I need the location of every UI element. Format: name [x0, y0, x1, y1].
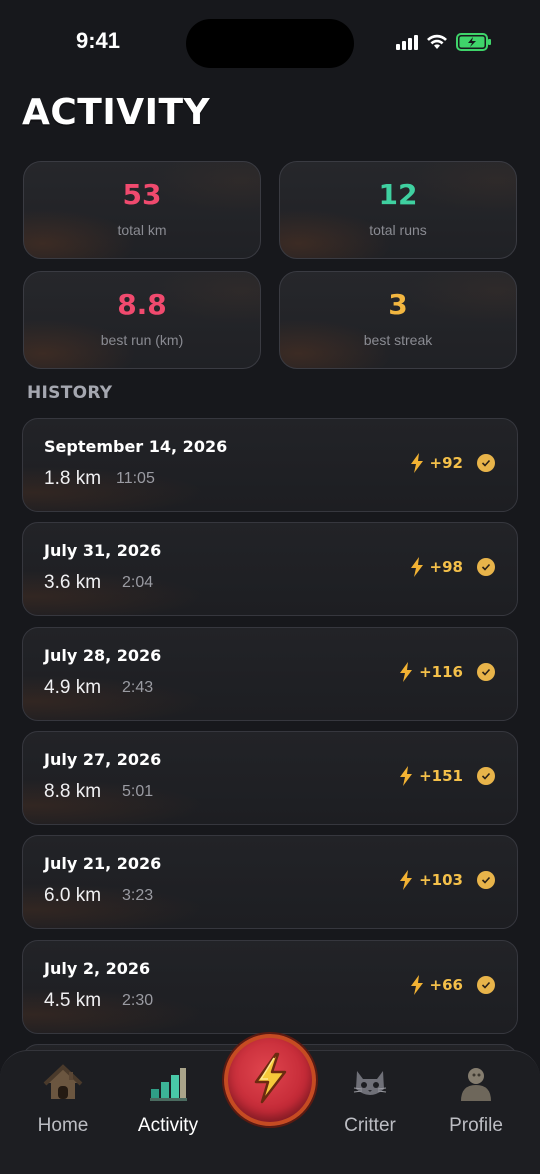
run-distance: 1.8 km	[44, 468, 102, 489]
reward-points: +66	[429, 976, 463, 994]
battery-charging-icon	[456, 33, 492, 51]
run-date: September 14, 2026	[44, 437, 228, 456]
run-date: July 31, 2026	[44, 541, 162, 560]
run-reward: +151	[399, 766, 495, 786]
run-distance: 3.6 km	[44, 572, 102, 593]
run-duration: 5:01	[122, 783, 154, 800]
check-circle-icon	[477, 454, 495, 472]
lightning-bolt-icon	[410, 975, 424, 995]
run-history-item[interactable]: July 27, 2026 8.8 km 5:01 +151	[22, 731, 518, 825]
status-bar: 9:41	[0, 0, 540, 90]
cellular-signal-icon	[396, 34, 418, 50]
stat-label: total km	[117, 222, 167, 238]
lightning-bolt-icon	[399, 662, 413, 682]
stat-card-best-streak: 3 best streak	[279, 271, 517, 369]
check-circle-icon	[477, 976, 495, 994]
run-distance: 4.5 km	[44, 990, 102, 1011]
reward-points: +103	[419, 871, 463, 889]
lightning-bolt-icon	[399, 870, 413, 890]
stat-label: best streak	[363, 332, 433, 348]
lightning-bolt-icon	[410, 453, 424, 473]
run-duration: 3:23	[122, 887, 154, 904]
bar-chart-icon	[148, 1063, 188, 1103]
house-icon	[43, 1063, 83, 1103]
page-title: ACTIVITY	[22, 92, 211, 133]
stat-value: 8.8	[117, 288, 167, 321]
run-history-item[interactable]: July 31, 2026 3.6 km 2:04 +98	[22, 522, 518, 616]
lightning-bolt-icon	[410, 557, 424, 577]
check-circle-icon	[477, 871, 495, 889]
lightning-bolt-icon	[399, 766, 413, 786]
run-reward: +116	[399, 662, 495, 682]
wifi-icon	[426, 34, 448, 50]
reward-points: +151	[419, 767, 463, 785]
tab-label: Profile	[449, 1115, 503, 1136]
stat-value: 3	[388, 288, 408, 321]
run-duration: 2:04	[122, 574, 154, 591]
status-icons	[396, 33, 492, 51]
reward-points: +116	[419, 663, 463, 681]
stat-value: 53	[122, 178, 162, 211]
dynamic-island	[186, 19, 354, 68]
run-duration: 2:43	[122, 679, 154, 696]
tab-critter[interactable]: Critter	[320, 1063, 420, 1143]
tab-label: Activity	[137, 1115, 199, 1136]
tab-label: Critter	[344, 1115, 396, 1136]
stat-card-total-km: 53 total km	[23, 161, 261, 259]
stat-label: total runs	[369, 222, 427, 238]
activity-screen: 9:41 ACTIVITY 53 total km 12 total runs …	[0, 0, 540, 1174]
run-history-item[interactable]: July 21, 2026 6.0 km 3:23 +103	[22, 835, 518, 929]
run-duration: 11:05	[116, 470, 155, 487]
run-date: July 21, 2026	[44, 854, 162, 873]
run-date: July 27, 2026	[44, 750, 162, 769]
tab-home[interactable]: Home	[13, 1063, 113, 1143]
history-section-title: HISTORY	[27, 383, 113, 403]
run-history-item[interactable]: July 28, 2026 4.9 km 2:43 +116	[22, 627, 518, 721]
run-history-item[interactable]: July 2, 2026 4.5 km 2:30 +66	[22, 940, 518, 1034]
stat-card-best-run: 8.8 best run (km)	[23, 271, 261, 369]
lightning-bolt-icon	[250, 1052, 290, 1108]
tab-activity[interactable]: Activity	[118, 1063, 218, 1143]
check-circle-icon	[477, 767, 495, 785]
check-circle-icon	[477, 558, 495, 576]
reward-points: +92	[429, 454, 463, 472]
run-date: July 2, 2026	[44, 959, 151, 978]
run-reward: +92	[410, 453, 495, 473]
check-circle-icon	[477, 663, 495, 681]
run-history-item[interactable]: September 14, 2026 1.8 km 11:05 +92	[22, 418, 518, 512]
stat-card-total-runs: 12 total runs	[279, 161, 517, 259]
run-reward: +103	[399, 870, 495, 890]
run-duration: 2:30	[122, 992, 154, 1009]
status-time: 9:41	[75, 28, 121, 53]
run-distance: 8.8 km	[44, 781, 102, 802]
reward-points: +98	[429, 558, 463, 576]
run-reward: +98	[410, 557, 495, 577]
cat-icon	[350, 1063, 390, 1103]
tab-profile[interactable]: Profile	[426, 1063, 526, 1143]
run-distance: 6.0 km	[44, 885, 102, 906]
stat-label: best run (km)	[100, 332, 184, 348]
stat-value: 12	[378, 178, 418, 211]
run-date: July 28, 2026	[44, 646, 162, 665]
tab-label: Home	[37, 1115, 89, 1136]
run-distance: 4.9 km	[44, 677, 102, 698]
start-run-button[interactable]	[224, 1034, 316, 1126]
person-icon	[456, 1063, 496, 1103]
run-reward: +66	[410, 975, 495, 995]
